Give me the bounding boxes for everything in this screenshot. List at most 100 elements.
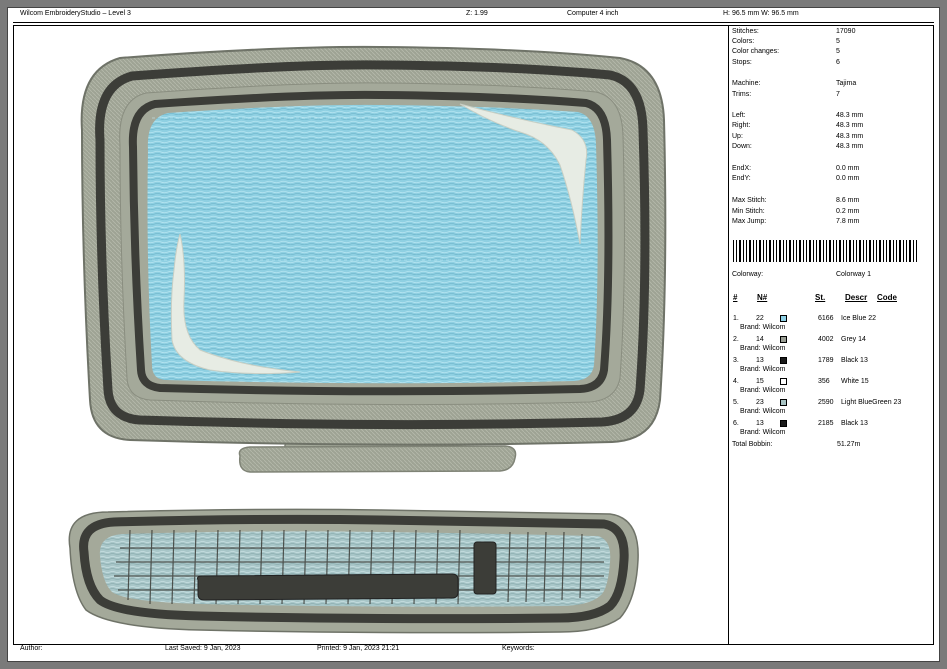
stat-up: Up: 48.3 mm — [732, 133, 864, 140]
row-number: 6. — [733, 420, 739, 427]
keyboard — [68, 508, 639, 634]
stat-endx: EndX: 0.0 mm — [732, 165, 860, 172]
barcode-bar — [789, 240, 791, 262]
barcode-bar — [749, 240, 751, 262]
footer-author: Author: — [20, 645, 43, 652]
row-description: Ice Blue 22 — [841, 315, 877, 322]
stat-endy: EndY: 0.0 mm — [732, 175, 860, 182]
header-rule — [13, 22, 934, 23]
barcode-bar — [779, 240, 781, 262]
barcode-bar — [803, 240, 804, 262]
stat-color-changes: Color changes: 5 — [732, 48, 840, 55]
barcode-bar — [879, 240, 881, 262]
barcode-bar — [909, 240, 911, 262]
barcode-bar — [856, 240, 857, 262]
barcode-bar — [883, 240, 884, 262]
barcode-bar — [769, 240, 771, 262]
color-swatch — [780, 336, 787, 343]
barcode-bar — [763, 240, 764, 262]
row-needle: 13 — [756, 357, 764, 364]
row-description: Grey 14 — [841, 336, 866, 343]
row-stitches: 6166 — [818, 315, 834, 322]
barcode-bar — [773, 240, 774, 262]
footer-last-saved: Last Saved: 9 Jan, 2023 — [165, 645, 241, 652]
row-number: 5. — [733, 399, 739, 406]
stat-colors: Colors: 5 — [732, 38, 840, 45]
total-bobbin-label: Total Bobbin: — [732, 441, 773, 448]
barcode-bar — [876, 240, 877, 262]
barcode-bar — [913, 240, 914, 262]
embroidery-design-preview — [68, 45, 667, 634]
row-needle: 22 — [756, 315, 764, 322]
barcode-bar — [899, 240, 901, 262]
stat-max-jump: Max Jump: 7.8 mm — [732, 218, 860, 225]
stat-down: Down: 48.3 mm — [732, 143, 864, 150]
barcode-bar — [853, 240, 854, 262]
row-stitches: 1789 — [818, 357, 834, 364]
color-swatch — [780, 399, 787, 406]
barcode-bar — [846, 240, 847, 262]
barcode-bar — [863, 240, 864, 262]
row-stitches: 356 — [818, 378, 830, 385]
barcode-bar — [836, 240, 837, 262]
barcode-bar — [743, 240, 744, 262]
row-brand: Brand: Wilcom — [740, 408, 786, 415]
barcode-bar — [839, 240, 841, 262]
stat-trims: Trims: 7 — [732, 91, 840, 98]
barcode-bar — [799, 240, 801, 262]
barcode-bar — [806, 240, 807, 262]
barcode — [733, 240, 917, 262]
barcode-bar — [783, 240, 784, 262]
barcode-bar — [766, 240, 767, 262]
app-title: Wilcom EmbroideryStudio – Level 3 — [20, 10, 131, 17]
barcode-bar — [756, 240, 757, 262]
stat-left: Left: 48.3 mm — [732, 112, 864, 119]
barcode-bar — [849, 240, 851, 262]
row-brand: Brand: Wilcom — [740, 366, 786, 373]
barcode-bar — [843, 240, 844, 262]
stat-machine: Machine: Tajima — [732, 80, 857, 87]
row-brand: Brand: Wilcom — [740, 387, 786, 394]
stat-min-stitch: Min Stitch: 0.2 mm — [732, 208, 860, 215]
col-header-descr: Descr — [845, 293, 868, 302]
row-number: 4. — [733, 378, 739, 385]
row-description: Light BlueGreen 23 — [841, 399, 902, 406]
total-bobbin-value: 51.27m — [837, 441, 861, 448]
barcode-bar — [893, 240, 894, 262]
barcode-bar — [793, 240, 794, 262]
row-stitches: 2590 — [818, 399, 834, 406]
barcode-bar — [809, 240, 811, 262]
row-needle: 23 — [756, 399, 764, 406]
barcode-bar — [733, 240, 734, 262]
row-number: 3. — [733, 357, 739, 364]
color-swatch — [780, 315, 787, 322]
barcode-bar — [833, 240, 834, 262]
color-swatch — [780, 420, 787, 427]
worksheet-divider — [728, 25, 729, 645]
barcode-bar — [886, 240, 887, 262]
barcode-bar — [736, 240, 737, 262]
row-needle: 13 — [756, 420, 764, 427]
row-number: 1. — [733, 315, 739, 322]
row-description: Black 13 — [841, 420, 868, 427]
barcode-bar — [786, 240, 787, 262]
stat-stitches: Stitches: 17090 — [732, 28, 856, 35]
monitor-screen — [147, 104, 598, 384]
barcode-bar — [776, 240, 777, 262]
design-dimensions: H: 96.5 mm W: 96.5 mm — [723, 10, 799, 17]
stat-right: Right: 48.3 mm — [732, 122, 864, 129]
row-needle: 14 — [756, 336, 764, 343]
row-brand: Brand: Wilcom — [740, 324, 786, 331]
col-header-needle: N# — [757, 293, 768, 302]
color-swatch — [780, 378, 787, 385]
barcode-bar — [819, 240, 821, 262]
stat-max-stitch: Max Stitch: 8.6 mm — [732, 197, 860, 204]
barcode-bar — [866, 240, 867, 262]
barcode-bar — [826, 240, 827, 262]
barcode-bar — [796, 240, 797, 262]
barcode-bar — [759, 240, 761, 262]
barcode-bar — [746, 240, 747, 262]
barcode-bar — [903, 240, 904, 262]
colorway-row: Colorway: Colorway 1 — [732, 271, 872, 278]
row-stitches: 4002 — [818, 336, 834, 343]
